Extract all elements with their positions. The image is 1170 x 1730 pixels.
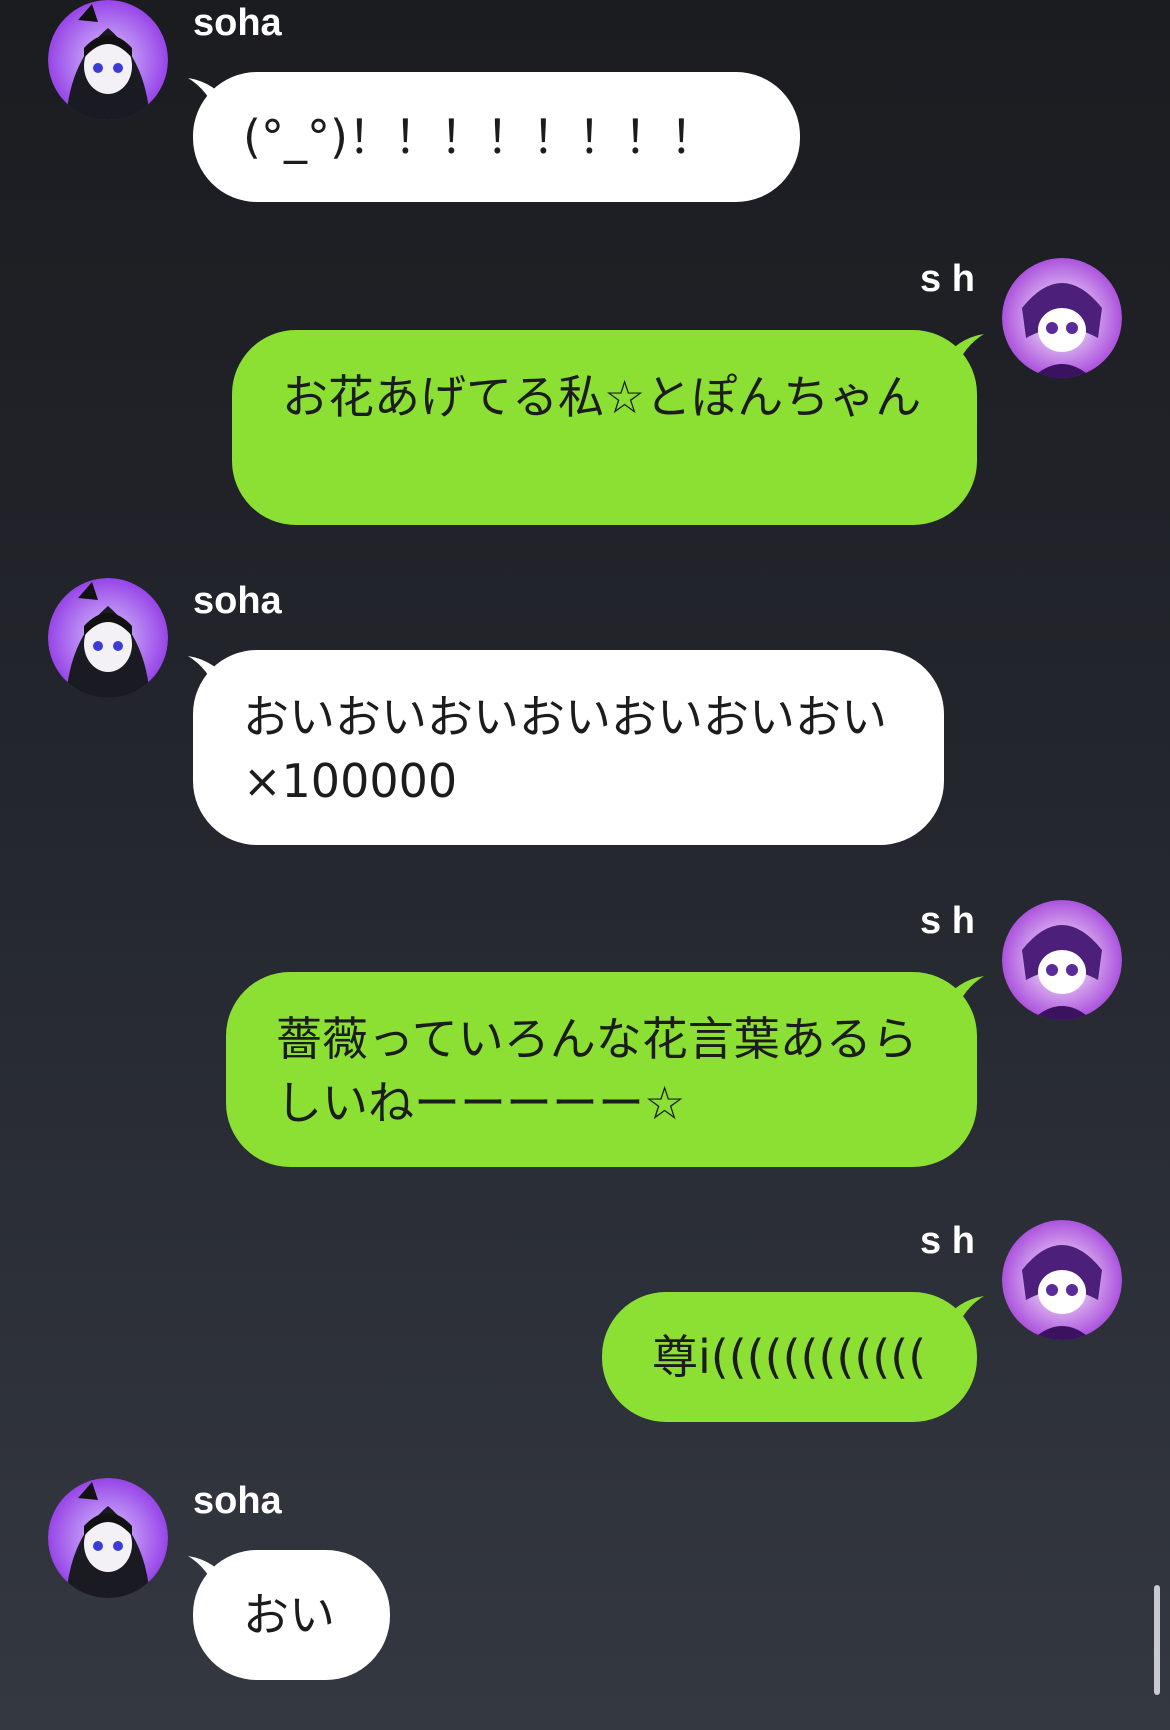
sender-name: s h xyxy=(920,258,975,300)
soha-avatar-icon[interactable] xyxy=(48,578,168,698)
scrollbar[interactable] xyxy=(1154,1585,1160,1695)
message-bubble[interactable]: (°_°)！！！！！！！！ xyxy=(193,72,800,202)
soha-avatar-icon[interactable] xyxy=(48,0,168,120)
sender-name: soha xyxy=(193,2,282,44)
soha-avatar-icon[interactable] xyxy=(48,1478,168,1598)
message-bubble[interactable]: お花あげてる私☆とぽんちゃん xyxy=(232,330,977,525)
sh-avatar-icon[interactable] xyxy=(1002,1220,1122,1340)
sender-name: s h xyxy=(920,900,975,942)
message-bubble[interactable]: 薔薇っていろんな花言葉あるらしいねーーーーー☆ xyxy=(226,972,977,1167)
sender-name: soha xyxy=(193,580,282,622)
message-bubble[interactable]: おいおいおいおいおいおいおい×100000 xyxy=(193,650,944,845)
sh-avatar-icon[interactable] xyxy=(1002,900,1122,1020)
message-bubble[interactable]: 尊i(((((((((((( xyxy=(602,1292,977,1422)
message-bubble[interactable]: おい xyxy=(193,1550,390,1680)
sender-name: soha xyxy=(193,1480,282,1522)
sh-avatar-icon[interactable] xyxy=(1002,258,1122,378)
sender-name: s h xyxy=(920,1220,975,1262)
